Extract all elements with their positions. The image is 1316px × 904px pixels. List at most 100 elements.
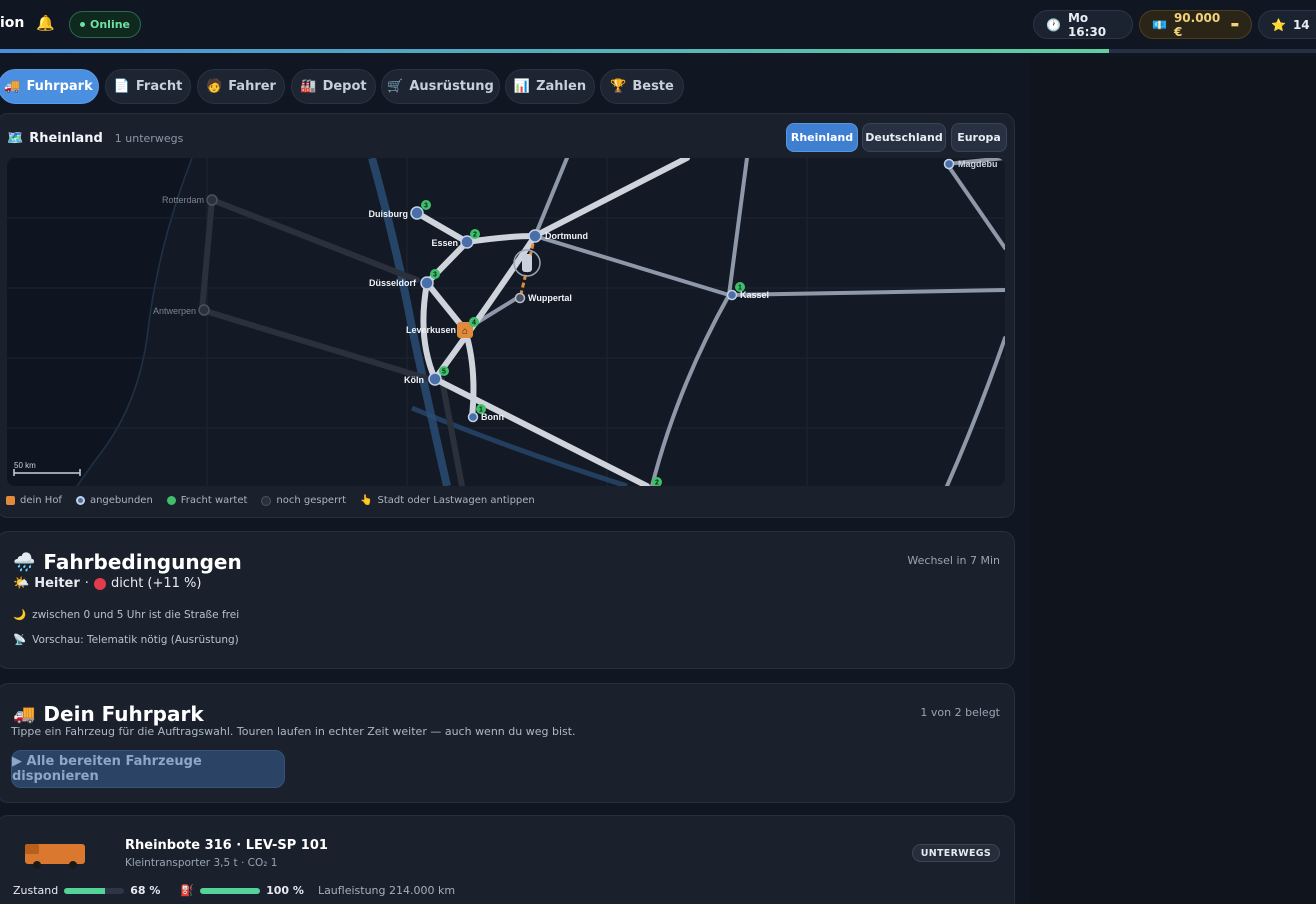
city-dortmund[interactable] bbox=[528, 229, 542, 243]
mileage-label: Laufleistung 214.000 km bbox=[317, 884, 456, 897]
badge-leverkusen: 4 bbox=[472, 320, 476, 327]
region-button-deutschland[interactable]: Deutschland bbox=[862, 123, 946, 152]
label-magdeburg: Magdebu bbox=[958, 159, 998, 169]
city-koeln[interactable] bbox=[428, 372, 442, 386]
bell-icon[interactable]: 🔔 bbox=[36, 14, 55, 32]
home-swatch-icon bbox=[6, 496, 15, 505]
map-card: 🗺️ Rheinland 1 unterwegs Rheinland Deuts… bbox=[0, 113, 1015, 518]
legend-label: dein Hof bbox=[20, 495, 62, 506]
money-label: 90.000 € bbox=[1173, 10, 1221, 39]
tab-fuhrpark[interactable]: 🚚 Fuhrpark bbox=[0, 69, 99, 104]
map-svg[interactable]: ⌂ 3 2 3 4 5 1 1 2 Rotterdam Antwerpen Du… bbox=[7, 158, 1005, 486]
tab-zahlen[interactable]: 📊 Zahlen bbox=[505, 69, 595, 104]
weather-status: 🌤️ Heiter · dicht (+11 %) bbox=[13, 576, 201, 591]
money-display[interactable]: 💶 90.000 € ▬ bbox=[1139, 10, 1252, 39]
tab-label: Depot bbox=[322, 79, 367, 94]
money-icon: 💶 bbox=[1152, 17, 1167, 32]
moon-icon: 🌙 bbox=[13, 609, 27, 621]
sun-cloud-icon: 🌤️ bbox=[13, 576, 30, 591]
truck-icon: 🚚 bbox=[13, 703, 36, 725]
tab-fahrer[interactable]: 🧑 Fahrer bbox=[197, 69, 285, 104]
city-duisburg[interactable] bbox=[410, 206, 424, 220]
stars-label: 14 bbox=[1292, 17, 1310, 32]
legend-locked: noch gesperrt bbox=[261, 495, 346, 506]
condition-bar bbox=[64, 887, 125, 894]
traffic-dot-icon bbox=[93, 577, 106, 590]
label-koeln: Köln bbox=[404, 375, 424, 385]
online-status-label: Online bbox=[90, 18, 131, 31]
night-note: 🌙 zwischen 0 und 5 Uhr ist die Straße fr… bbox=[13, 608, 240, 622]
label-kassel: Kassel bbox=[740, 290, 769, 300]
city-kassel[interactable] bbox=[726, 289, 738, 301]
truck-marker-icon[interactable] bbox=[522, 254, 532, 272]
sea-area bbox=[7, 158, 192, 486]
map-title: 🗺️ Rheinland 1 unterwegs bbox=[7, 131, 183, 146]
locked-swatch-icon bbox=[261, 495, 272, 506]
fleet-description: Tippe ein Fahrzeug für die Auftragswahl.… bbox=[11, 725, 576, 738]
top-bar: ion 🔔 Online 🕐 Mo 16:30 💶 90.000 € ▬ ⭐ 1… bbox=[0, 0, 1316, 48]
city-bonn[interactable] bbox=[467, 411, 479, 423]
fleet-card: 🚚 Dein Fuhrpark 1 von 2 belegt Tippe ein… bbox=[0, 683, 1015, 803]
dispatch-all-button[interactable]: ▶ Alle bereiten Fahrzeuge disponieren bbox=[11, 750, 285, 788]
preview-note: 📡 Vorschau: Telematik nötig (Ausrüstung) bbox=[13, 633, 239, 647]
stars-display[interactable]: ⭐ 14 bbox=[1258, 10, 1316, 39]
label-antwerpen: Antwerpen bbox=[153, 306, 196, 316]
night-note-label: zwischen 0 und 5 Uhr ist die Straße frei bbox=[32, 608, 240, 621]
active-roads bbox=[414, 158, 690, 486]
fuel-bar-fill bbox=[200, 887, 261, 894]
badge-south: 2 bbox=[655, 480, 659, 487]
map-title-label: Rheinland bbox=[29, 131, 103, 146]
cart-icon: 🛒 bbox=[387, 79, 404, 94]
badge-duesseldorf: 3 bbox=[433, 272, 437, 279]
legend-hint: 👆 Stadt oder Lastwagen antippen bbox=[360, 495, 535, 506]
preview-note-label: Vorschau: Telematik nötig (Ausrüstung) bbox=[32, 633, 239, 646]
connected-swatch-icon bbox=[75, 496, 85, 505]
van-icon bbox=[25, 844, 85, 869]
tab-beste[interactable]: 🏆 Beste bbox=[600, 69, 684, 104]
city-nodes[interactable]: ⌂ bbox=[198, 158, 955, 423]
driver-icon: 🧑 bbox=[206, 79, 223, 94]
satellite-icon: 📡 bbox=[13, 634, 27, 646]
legend-label: angebunden bbox=[89, 495, 153, 506]
region-button-europa[interactable]: Europa bbox=[951, 123, 1007, 152]
label-leverkusen: Leverkusen bbox=[406, 325, 456, 335]
map-icon: 🗺️ bbox=[7, 131, 24, 146]
fuel-bar bbox=[200, 887, 261, 894]
tab-ausruestung[interactable]: 🛒 Ausrüstung bbox=[381, 69, 500, 104]
time-label: Mo 16:30 bbox=[1067, 10, 1107, 39]
condition-value: 68 % bbox=[130, 884, 161, 897]
vehicle-name: Rheinbote 316 · LEV-SP 101 bbox=[125, 838, 328, 853]
city-wuppertal[interactable] bbox=[514, 292, 526, 304]
legend-label: Stadt oder Lastwagen antippen bbox=[377, 495, 535, 506]
rain-cloud-icon: 🌧️ bbox=[13, 551, 36, 573]
tab-label: Zahlen bbox=[536, 79, 587, 94]
home-glyph: ⌂ bbox=[462, 326, 468, 337]
vehicle-card[interactable]: Rheinbote 316 · LEV-SP 101 Kleintranspor… bbox=[0, 815, 1015, 904]
region-button-rheinland[interactable]: Rheinland bbox=[786, 123, 858, 152]
city-magdeburg[interactable] bbox=[943, 158, 955, 170]
map-view[interactable]: ⌂ 3 2 3 4 5 1 1 2 Rotterdam Antwerpen Du… bbox=[7, 158, 1005, 486]
map-subtitle: 1 unterwegs bbox=[114, 132, 184, 145]
online-dot-icon bbox=[80, 22, 85, 27]
scale-label: 50 km bbox=[14, 461, 36, 470]
city-rotterdam[interactable] bbox=[206, 194, 218, 206]
clock-icon: 🕐 bbox=[1046, 17, 1061, 32]
vehicle-stats: Zustand 68 % ⛽ 100 % Laufleistung 214.00… bbox=[13, 884, 455, 897]
label-rotterdam: Rotterdam bbox=[162, 195, 204, 205]
fleet-title: 🚚 Dein Fuhrpark bbox=[13, 702, 204, 726]
day-progress-fill bbox=[0, 49, 1110, 53]
trophy-icon: 🏆 bbox=[610, 79, 627, 94]
chart-icon: 📊 bbox=[513, 79, 531, 94]
tab-depot[interactable]: 🏭 Depot bbox=[291, 69, 376, 104]
legend-freight: Fracht wartet bbox=[166, 495, 247, 506]
legend-connected: angebunden bbox=[75, 495, 153, 506]
city-essen[interactable] bbox=[460, 235, 474, 249]
factory-icon: 🏭 bbox=[300, 79, 317, 94]
label-duisburg: Duisburg bbox=[369, 209, 409, 219]
time-display[interactable]: 🕐 Mo 16:30 bbox=[1033, 10, 1133, 39]
city-duesseldorf[interactable] bbox=[420, 276, 434, 290]
city-antwerpen[interactable] bbox=[198, 304, 210, 316]
legend-home: dein Hof bbox=[6, 495, 62, 506]
conditions-change-timer: Wechsel in 7 Min bbox=[907, 554, 1000, 567]
tab-fracht[interactable]: 📄 Fracht bbox=[105, 69, 191, 104]
